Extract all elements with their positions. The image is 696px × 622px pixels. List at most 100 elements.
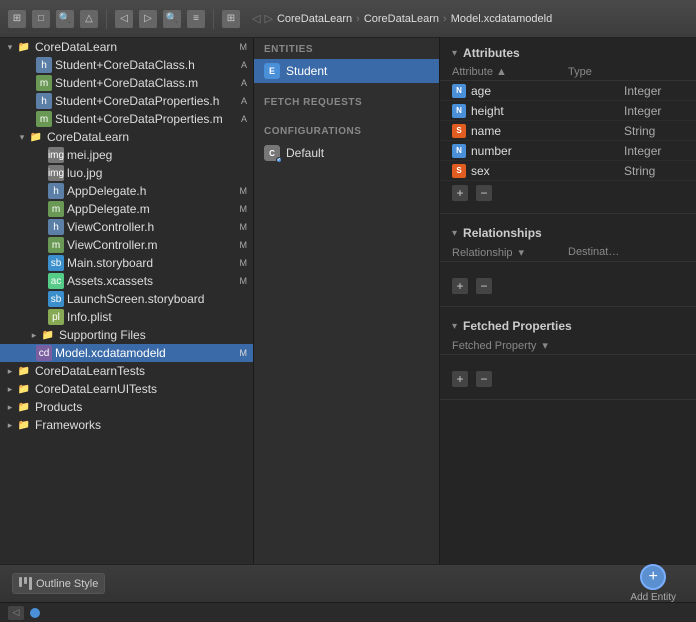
- breadcrumb-sep-2: ▷: [264, 12, 272, 25]
- tree-badge: M: [240, 240, 248, 250]
- tree-label: Student+CoreDataProperties.h: [55, 94, 241, 108]
- entities-panel: ENTITIES E Student FETCH REQUESTS CONFIG…: [254, 38, 440, 564]
- tree-item-appdelegate-h[interactable]: h AppDelegate.h M: [0, 182, 253, 200]
- tree-item-model[interactable]: cd Model.xcdatamodeld M: [0, 344, 253, 362]
- toolbar-btn-1[interactable]: ⊞: [8, 10, 26, 28]
- tree-item-viewcontroller-h[interactable]: h ViewController.h M: [0, 218, 253, 236]
- arrow-icon: ▸: [4, 420, 16, 431]
- rel-actions: + −: [440, 274, 696, 298]
- attr-row-age[interactable]: N age Integer: [440, 81, 696, 101]
- tree-label: Products: [35, 400, 253, 414]
- tree-item-products[interactable]: ▸ 📁 Products: [0, 398, 253, 416]
- tree-label: Supporting Files: [59, 328, 253, 342]
- toolbar-btn-3[interactable]: 🔍: [56, 10, 74, 28]
- storyboard-icon: sb: [48, 255, 64, 271]
- style-bar-1: [19, 577, 22, 587]
- toolbar-btn-5[interactable]: ◁: [115, 10, 133, 28]
- fp-actions: + −: [440, 367, 696, 391]
- attr-name: age: [471, 84, 624, 98]
- tree-item-student-m[interactable]: m Student+CoreDataClass.m A: [0, 74, 253, 92]
- attr-table-header: Attribute ▲ Type: [440, 64, 696, 81]
- add-fetched-property-button[interactable]: +: [452, 371, 468, 387]
- plist-icon: pl: [48, 309, 64, 325]
- folder-icon: 📁: [16, 39, 32, 55]
- relationships-section-header: ▾ Relationships: [440, 218, 696, 244]
- image-icon: img: [48, 147, 64, 163]
- tree-item-info-plist[interactable]: pl Info.plist: [0, 308, 253, 326]
- toolbar-btn-7[interactable]: 🔍: [163, 10, 181, 28]
- attr-row-sex[interactable]: S sex String: [440, 161, 696, 181]
- tree-item-student-props-h[interactable]: h Student+CoreDataProperties.h A: [0, 92, 253, 110]
- tree-item-uitests[interactable]: ▸ 📁 CoreDataLearnUITests: [0, 380, 253, 398]
- tree-label: AppDelegate.m: [67, 202, 240, 216]
- toolbar-btn-8[interactable]: ≡: [187, 10, 205, 28]
- tree-item-coredata-folder[interactable]: ▾ 📁 CoreDataLearn: [0, 128, 253, 146]
- attr-row-name[interactable]: S name String: [440, 121, 696, 141]
- toolbar-btn-2[interactable]: □: [32, 10, 50, 28]
- entity-item-student[interactable]: E Student: [254, 59, 439, 83]
- tree-item-assets[interactable]: ac Assets.xcassets M: [0, 272, 253, 290]
- tree-label: CoreDataLearn: [47, 130, 247, 144]
- tree-item-viewcontroller-m[interactable]: m ViewController.m M: [0, 236, 253, 254]
- tree-label: CoreDataLearnTests: [35, 364, 253, 378]
- tree-label: ViewController.m: [67, 238, 240, 252]
- tree-badge: M: [240, 186, 248, 196]
- breadcrumb-item-3[interactable]: Model.xcdatamodeld: [451, 13, 553, 25]
- tree-item-launchscreen[interactable]: sb LaunchScreen.storyboard: [0, 290, 253, 308]
- tree-badge: A: [241, 96, 247, 106]
- bottom-toolbar-left: Outline Style: [12, 573, 105, 594]
- style-bar-2: [24, 577, 27, 584]
- tree-item-tests[interactable]: ▸ 📁 CoreDataLearnTests: [0, 362, 253, 380]
- attr-badge-s: S: [452, 164, 466, 178]
- attr-name: height: [471, 104, 624, 118]
- toolbar-sep-2: [213, 9, 214, 29]
- h-icon: h: [48, 183, 64, 199]
- tree-item-main-storyboard[interactable]: sb Main.storyboard M: [0, 254, 253, 272]
- chevron-icon[interactable]: ▾: [452, 48, 457, 59]
- tree-item-student-props-m[interactable]: m Student+CoreDataProperties.m A: [0, 110, 253, 128]
- status-nav-back[interactable]: ◁: [8, 606, 24, 620]
- add-relationship-button[interactable]: +: [452, 278, 468, 294]
- add-entity-button[interactable]: + Add Entity: [622, 562, 684, 605]
- chevron-down-icon: ▾: [519, 246, 568, 259]
- attr-row-number[interactable]: N number Integer: [440, 141, 696, 161]
- remove-fetched-property-button[interactable]: −: [476, 371, 492, 387]
- toolbar-btn-4[interactable]: △: [80, 10, 98, 28]
- chevron-icon[interactable]: ▾: [452, 321, 457, 332]
- arrow-icon: ▾: [4, 42, 16, 53]
- folder-icon: 📁: [28, 129, 44, 145]
- storyboard-icon: sb: [48, 291, 64, 307]
- toolbar-btn-6[interactable]: ▷: [139, 10, 157, 28]
- tree-item-luo[interactable]: img luo.jpg: [0, 164, 253, 182]
- fetch-requests-section-header: FETCH REQUESTS: [254, 91, 439, 112]
- tree-badge: M: [240, 258, 248, 268]
- breadcrumb-item-2[interactable]: CoreDataLearn: [364, 13, 439, 25]
- outline-style-button[interactable]: Outline Style: [12, 573, 105, 594]
- toolbar-btn-9[interactable]: ⊞: [222, 10, 240, 28]
- outline-style-icon: [19, 577, 32, 590]
- remove-attribute-button[interactable]: −: [476, 185, 492, 201]
- tree-label: Model.xcdatamodeld: [55, 346, 240, 360]
- breadcrumb-item-1[interactable]: CoreDataLearn: [277, 13, 352, 25]
- tree-item-coredata-root[interactable]: ▾ 📁 CoreDataLearn M: [0, 38, 253, 56]
- tree-label: Frameworks: [35, 418, 253, 432]
- outline-style-label: Outline Style: [36, 578, 98, 590]
- tree-badge: M: [240, 42, 248, 52]
- tree-badge: A: [241, 60, 247, 70]
- attributes-section: ▾ Attributes Attribute ▲ Type N age Inte…: [440, 38, 696, 214]
- xcassets-icon: ac: [48, 273, 64, 289]
- entity-item-default[interactable]: C ✓ Default: [254, 141, 439, 165]
- tree-item-frameworks[interactable]: ▸ 📁 Frameworks: [0, 416, 253, 434]
- tree-item-student-h[interactable]: h Student+CoreDataClass.h A: [0, 56, 253, 74]
- add-entity-label: Add Entity: [630, 592, 676, 603]
- tree-item-supporting-files[interactable]: ▸ 📁 Supporting Files: [0, 326, 253, 344]
- remove-relationship-button[interactable]: −: [476, 278, 492, 294]
- chevron-icon[interactable]: ▾: [452, 228, 457, 239]
- add-attribute-button[interactable]: +: [452, 185, 468, 201]
- tree-item-appdelegate-m[interactable]: m AppDelegate.m M: [0, 200, 253, 218]
- entity-label: Default: [286, 146, 324, 160]
- tree-item-mei[interactable]: img mei.jpeg: [0, 146, 253, 164]
- tree-badge: M: [240, 222, 248, 232]
- tree-label: CoreDataLearn: [35, 40, 240, 54]
- attr-row-height[interactable]: N height Integer: [440, 101, 696, 121]
